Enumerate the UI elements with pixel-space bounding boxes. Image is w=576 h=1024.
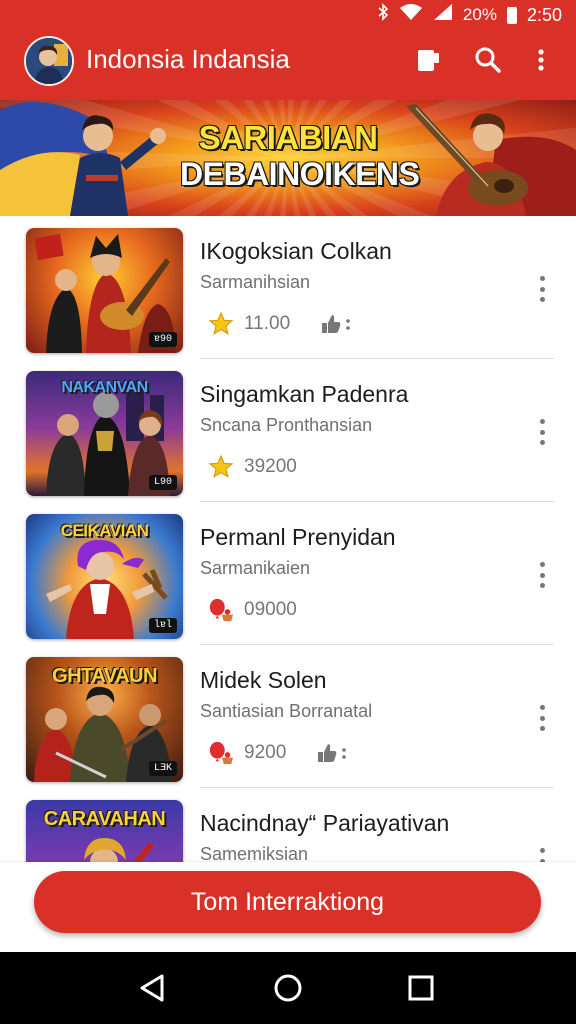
back-triangle-icon bbox=[140, 974, 164, 1002]
primary-action-button[interactable]: Tom Interraktiong bbox=[34, 871, 541, 933]
back-button[interactable] bbox=[132, 970, 172, 1006]
item-title: Nacindnay“ Pariayativan bbox=[200, 810, 450, 836]
item-value: 9200 bbox=[244, 742, 287, 763]
battery-percent: 20% bbox=[462, 5, 497, 24]
thumbnail-badge: L90 bbox=[148, 475, 177, 490]
item-value: 09000 bbox=[244, 599, 297, 620]
thumbnail-title: CEIKAVIAN bbox=[60, 521, 149, 540]
more-vert-icon bbox=[538, 49, 544, 71]
item-title: IKogoksian Colkan bbox=[200, 238, 392, 264]
item-more-button[interactable] bbox=[530, 846, 554, 862]
item-meta: 11.00 bbox=[208, 310, 351, 338]
item-more-button[interactable] bbox=[530, 560, 554, 590]
wifi-icon bbox=[399, 3, 423, 27]
item-meta: 39200 bbox=[208, 453, 297, 481]
recents-square-icon bbox=[408, 975, 434, 1001]
list-item[interactable]: ɐ90 IKogoksian Colkan Sarmanihsian 11.00 bbox=[0, 216, 576, 359]
item-subtitle: Sarmanikaien bbox=[200, 558, 311, 578]
cast-button[interactable] bbox=[410, 42, 446, 78]
thumb-icon bbox=[320, 313, 351, 335]
content-list[interactable]: ɐ90 IKogoksian Colkan Sarmanihsian 11.00 bbox=[0, 216, 576, 862]
thumbnail-badge: ɐ90 bbox=[148, 332, 177, 347]
bluetooth-icon bbox=[377, 3, 389, 27]
item-subtitle: Sarmanihsian bbox=[200, 272, 311, 292]
list-item[interactable]: CARAVAHAN Nacindnay“ Pariayativan Samemi… bbox=[0, 788, 576, 862]
system-nav-bar bbox=[0, 952, 576, 1024]
item-meta: 9200 bbox=[208, 739, 347, 767]
search-icon bbox=[475, 47, 501, 73]
item-value: 39200 bbox=[244, 456, 297, 477]
star-icon bbox=[208, 454, 234, 480]
balloon-icon bbox=[208, 597, 234, 623]
banner-title: SARIABIAN DEBAINOIKENS bbox=[180, 119, 420, 193]
hero-illustration-left bbox=[0, 102, 166, 216]
item-thumbnail: CARAVAHAN bbox=[26, 800, 183, 862]
thumbnail-title: GHTAVAUN bbox=[52, 665, 157, 687]
app-bar: Indonsia Indansia bbox=[0, 26, 576, 100]
home-button[interactable] bbox=[268, 970, 308, 1006]
item-more-button[interactable] bbox=[530, 703, 554, 733]
overflow-menu-button[interactable] bbox=[523, 42, 559, 78]
app-title: Indonsia Indansia bbox=[86, 44, 290, 74]
thumb-icon bbox=[316, 742, 347, 764]
bottom-action-area: Tom Interraktiong bbox=[0, 862, 576, 952]
status-icons: 20% 2:50 bbox=[377, 3, 562, 27]
item-more-button[interactable] bbox=[530, 417, 554, 447]
item-subtitle: Sncana Pronthansian bbox=[200, 415, 373, 435]
search-button[interactable] bbox=[470, 42, 506, 78]
thumbnail-title: NAKANVAN bbox=[61, 379, 148, 396]
item-title: Singamkan Padenra bbox=[200, 381, 409, 407]
item-thumbnail: CEIKAVIAN ƖɐƖ bbox=[26, 514, 183, 639]
banner-line-1: SARIABIAN bbox=[198, 119, 378, 156]
battery-icon bbox=[506, 6, 517, 24]
status-bar: 20% 2:50 bbox=[0, 0, 576, 26]
thumbnail-badge: LƎK bbox=[148, 761, 177, 776]
item-thumbnail: GHTAVAUN LƎK bbox=[26, 657, 183, 782]
device-icon bbox=[418, 50, 439, 71]
item-more-button[interactable] bbox=[530, 274, 554, 304]
item-subtitle: Santiasian Borranatal bbox=[200, 701, 373, 721]
item-meta: 09000 bbox=[208, 596, 297, 624]
home-circle-icon bbox=[274, 974, 302, 1002]
clock: 2:50 bbox=[526, 4, 562, 25]
list-item[interactable]: NAKANVAN L90 Singamkan Padenra Sncana Pr… bbox=[0, 359, 576, 502]
list-item[interactable]: CEIKAVIAN ƖɐƖ Permanl Prenyidan Sarmanik… bbox=[0, 502, 576, 645]
thumbnail-badge: ƖɐƖ bbox=[148, 618, 177, 633]
item-title: Permanl Prenyidan bbox=[200, 524, 396, 550]
star-icon bbox=[208, 311, 234, 337]
item-thumbnail: ɐ90 bbox=[26, 228, 183, 353]
balloon-icon bbox=[208, 740, 234, 766]
avatar[interactable] bbox=[24, 36, 74, 86]
thumbnail-title: CARAVAHAN bbox=[43, 808, 166, 830]
item-thumbnail: NAKANVAN L90 bbox=[26, 371, 183, 496]
item-title: Midek Solen bbox=[200, 667, 327, 693]
item-value: 11.00 bbox=[244, 313, 291, 334]
recents-button[interactable] bbox=[401, 970, 441, 1006]
list-item[interactable]: GHTAVAUN LƎK Midek Solen Santiasian Borr… bbox=[0, 645, 576, 788]
banner-line-2: DEBAINOIKENS bbox=[180, 156, 420, 192]
signal-icon bbox=[433, 3, 453, 27]
item-subtitle: Samemiksian bbox=[200, 844, 309, 862]
promo-banner[interactable]: SARIABIAN DEBAINOIKENS bbox=[0, 100, 576, 216]
